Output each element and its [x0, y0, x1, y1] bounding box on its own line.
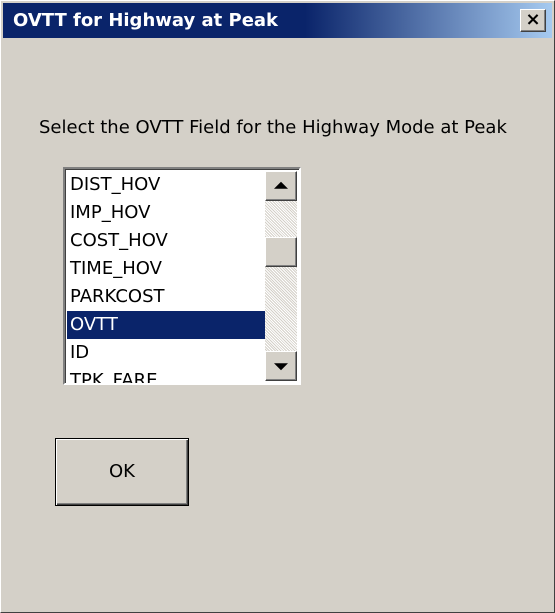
- list-item[interactable]: TIME_HOV: [67, 255, 265, 283]
- prompt-label: Select the OVTT Field for the Highway Mo…: [39, 117, 507, 138]
- close-button[interactable]: ×: [520, 9, 546, 32]
- vertical-scrollbar[interactable]: [265, 171, 297, 381]
- ok-button[interactable]: OK: [55, 438, 189, 506]
- arrow-up-icon: [274, 181, 288, 189]
- dialog-window: OVTT for Highway at Peak × Select the OV…: [0, 0, 555, 613]
- list-item[interactable]: PARKCOST: [67, 283, 265, 311]
- close-icon: ×: [525, 9, 541, 30]
- scroll-thumb[interactable]: [265, 237, 297, 267]
- list-item[interactable]: DIST_HOV: [67, 171, 265, 199]
- list-item[interactable]: IMP_HOV: [67, 199, 265, 227]
- list-item-selected[interactable]: OVTT: [67, 311, 265, 339]
- scroll-up-button[interactable]: [265, 171, 297, 201]
- title-bar[interactable]: OVTT for Highway at Peak ×: [3, 3, 552, 38]
- list-item[interactable]: COST_HOV: [67, 227, 265, 255]
- scroll-down-button[interactable]: [265, 351, 297, 381]
- field-listbox[interactable]: DIST_HOV IMP_HOV COST_HOV TIME_HOV PARKC…: [63, 167, 301, 385]
- field-list-items: DIST_HOV IMP_HOV COST_HOV TIME_HOV PARKC…: [67, 171, 265, 383]
- list-item[interactable]: ID: [67, 339, 265, 367]
- arrow-down-icon: [274, 363, 288, 371]
- list-item[interactable]: TPK_FARE: [67, 367, 265, 383]
- window-title: OVTT for Highway at Peak: [13, 10, 279, 31]
